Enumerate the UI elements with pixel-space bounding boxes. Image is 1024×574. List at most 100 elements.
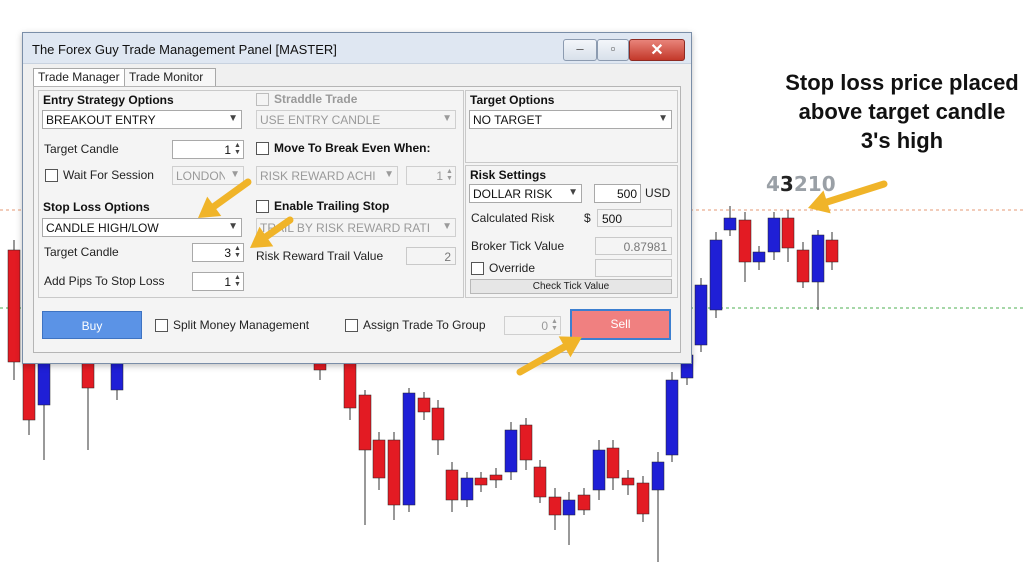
- candle-body: [562, 499, 576, 516]
- broker-tick-value: 0.87981: [623, 240, 667, 254]
- candle-body: [548, 496, 562, 516]
- close-icon: ✕: [650, 42, 664, 59]
- risk-mode-select[interactable]: DOLLAR RISK ▼: [469, 184, 582, 203]
- tab-trade-monitor[interactable]: Trade Monitor: [124, 68, 216, 86]
- stop-loss-mode-value: CANDLE HIGH/LOW: [46, 221, 159, 235]
- assign-group-label: Assign Trade To Group: [363, 318, 486, 332]
- stop-loss-target-candle-value: 3: [224, 246, 231, 260]
- add-pips-input[interactable]: 1 ▲ ▼: [192, 272, 244, 291]
- break-even-value-input[interactable]: 1 ▲ ▼: [406, 166, 456, 185]
- risk-amount-value: 500: [616, 187, 637, 201]
- chevron-down-icon: ▼: [568, 187, 578, 198]
- calculated-risk-value: 500: [602, 212, 623, 226]
- entry-strategy-value: BREAKOUT ENTRY: [46, 113, 156, 127]
- candle-body: [592, 449, 606, 491]
- assign-group-checkbox[interactable]: [345, 319, 358, 332]
- candle-body: [372, 439, 386, 479]
- close-button[interactable]: ✕: [629, 39, 685, 61]
- candle-number: 0: [821, 172, 836, 196]
- candle-number: 1: [807, 172, 822, 196]
- candle-body: [519, 424, 533, 461]
- candle-body: [445, 469, 459, 501]
- trail-value: 2: [444, 250, 451, 264]
- trail-value-field[interactable]: 2: [406, 247, 456, 265]
- candle-body: [621, 477, 635, 486]
- candle-body: [358, 394, 372, 451]
- candle-number-labels: 43210: [766, 172, 836, 196]
- session-select[interactable]: LONDON ▼: [172, 166, 244, 185]
- straddle-mode-select[interactable]: USE ENTRY CANDLE ▼: [256, 110, 456, 129]
- candle-body: [417, 397, 431, 413]
- target-options-title: Target Options: [470, 93, 555, 107]
- trailing-stop-checkbox[interactable]: [256, 200, 269, 213]
- candle-body: [825, 239, 839, 263]
- target-mode-value: NO TARGET: [473, 113, 542, 127]
- minimize-button[interactable]: –: [563, 39, 597, 61]
- stop-loss-target-candle-input[interactable]: 3 ▲ ▼: [192, 243, 244, 262]
- trade-manager-panel: Entry Strategy Options BREAKOUT ENTRY ▼ T…: [33, 86, 681, 353]
- wait-for-session-checkbox[interactable]: [45, 169, 58, 182]
- candle-body: [22, 354, 36, 421]
- broker-tick-label: Broker Tick Value: [471, 239, 565, 253]
- candle-body: [781, 217, 795, 249]
- candle-number: 4: [766, 172, 780, 196]
- spinner-icon[interactable]: ▲ ▼: [550, 318, 559, 333]
- spinner-icon[interactable]: ▲ ▼: [445, 168, 454, 183]
- split-money-checkbox[interactable]: [155, 319, 168, 332]
- break-even-value: 1: [436, 169, 443, 183]
- chevron-down-icon: ▼: [230, 169, 240, 180]
- broker-tick-field: 0.87981: [595, 237, 672, 255]
- spinner-icon[interactable]: ▲ ▼: [233, 274, 242, 289]
- minimize-icon: –: [576, 41, 584, 56]
- buy-button[interactable]: Buy: [42, 311, 142, 339]
- trailing-mode-select[interactable]: TRAIL BY RISK REWARD RATI ▼: [256, 218, 456, 237]
- override-tick-field[interactable]: [595, 259, 672, 277]
- candle-body: [723, 217, 737, 231]
- entry-strategy-select[interactable]: BREAKOUT ENTRY ▼: [42, 110, 242, 129]
- spinner-icon[interactable]: ▲ ▼: [233, 245, 242, 260]
- candle-body: [752, 251, 766, 263]
- title-bar[interactable]: The Forex Guy Trade Management Panel [MA…: [23, 33, 691, 64]
- override-checkbox[interactable]: [471, 262, 484, 275]
- candle-body: [636, 482, 650, 515]
- stop-loss-target-candle-label: Target Candle: [44, 245, 119, 259]
- trailing-mode-value: TRAIL BY RISK REWARD RATI: [260, 221, 431, 235]
- group-number-input[interactable]: 0 ▲ ▼: [504, 316, 561, 335]
- override-label: Override: [489, 261, 536, 275]
- candle-body: [767, 217, 781, 253]
- break-even-mode-select[interactable]: RISK REWARD ACHI ▼: [256, 166, 398, 185]
- candle-body: [37, 359, 51, 406]
- risk-amount-input[interactable]: 500: [594, 184, 641, 203]
- straddle-trade-label: Straddle Trade: [274, 92, 358, 106]
- target-mode-select[interactable]: NO TARGET ▼: [469, 110, 672, 129]
- trade-panel-window: The Forex Guy Trade Management Panel [MA…: [22, 32, 692, 364]
- session-value: LONDON: [176, 169, 225, 183]
- candle-body: [504, 429, 518, 473]
- candle-body: [387, 439, 401, 506]
- sell-button[interactable]: Sell: [570, 309, 671, 340]
- tab-trade-manager[interactable]: Trade Manager: [33, 68, 131, 87]
- break-even-checkbox[interactable]: [256, 142, 269, 155]
- check-tick-value-button[interactable]: Check Tick Value: [470, 279, 672, 294]
- annotation-line-2: above target candle: [798, 99, 1006, 124]
- straddle-trade-checkbox[interactable]: [256, 93, 269, 106]
- entry-target-candle-value: 1: [224, 143, 231, 157]
- stop-loss-mode-select[interactable]: CANDLE HIGH/LOW ▼: [42, 218, 242, 237]
- add-pips-label: Add Pips To Stop Loss: [44, 274, 165, 288]
- candle-body: [474, 477, 488, 486]
- chevron-down-icon: ▼: [442, 113, 452, 124]
- chevron-down-icon: ▼: [658, 113, 668, 124]
- candle-body: [489, 474, 503, 481]
- candle-body: [694, 284, 708, 346]
- maximize-button[interactable]: ▫: [597, 39, 629, 61]
- candle-body: [651, 461, 665, 491]
- add-pips-value: 1: [224, 275, 231, 289]
- calculated-risk-label: Calculated Risk: [471, 211, 555, 225]
- spinner-icon[interactable]: ▲ ▼: [233, 142, 242, 157]
- candle-body: [796, 249, 810, 283]
- chevron-down-icon: ▼: [384, 169, 394, 180]
- candle-number: 2: [793, 172, 808, 196]
- candle-body: [460, 477, 474, 501]
- entry-strategy-title: Entry Strategy Options: [43, 93, 174, 107]
- entry-target-candle-input[interactable]: 1 ▲ ▼: [172, 140, 244, 159]
